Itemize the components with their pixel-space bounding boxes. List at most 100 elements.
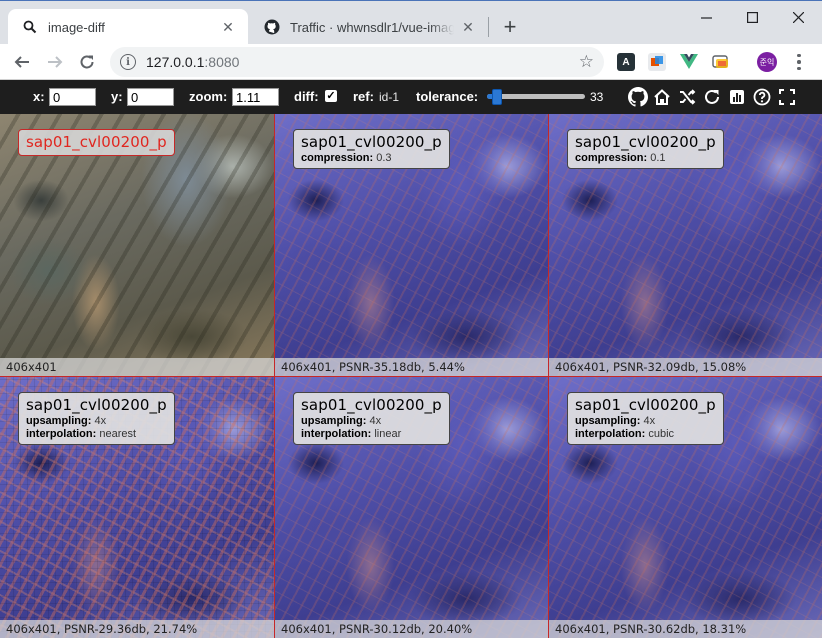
image-prop: interpolation: nearest: [26, 428, 167, 441]
image-name: sap01_cvl00200_p: [26, 396, 167, 414]
image-caption: 406x401, PSNR-35.18db, 5.44%: [275, 358, 548, 376]
prop-key: interpolation:: [575, 428, 646, 440]
vue-devtools-icon[interactable]: [680, 53, 698, 71]
home-icon[interactable]: [652, 87, 672, 107]
browser-tab-strip: image-diff ✕ Traffic · whwnsdlr1/vue-ima…: [0, 0, 822, 45]
prop-value: 4x: [369, 415, 382, 427]
y-input[interactable]: [127, 88, 174, 106]
tolerance-value: 33: [590, 90, 604, 104]
prop-key: upsampling:: [301, 415, 367, 427]
image-caption: 406x401, PSNR-30.12db, 20.40%: [275, 620, 548, 638]
image-prop: upsampling: 4x: [575, 415, 716, 428]
image-name: sap01_cvl00200_p: [301, 396, 442, 414]
github-icon: [264, 19, 280, 35]
y-label: y:: [111, 89, 123, 104]
url-port: :8080: [204, 54, 240, 70]
github-icon[interactable]: [628, 87, 648, 107]
help-icon[interactable]: [752, 87, 772, 107]
prop-key: upsampling:: [26, 415, 92, 427]
forward-arrow-icon[interactable]: [41, 48, 69, 76]
close-tab-icon[interactable]: ✕: [220, 19, 236, 35]
image-cell-compression-0-3[interactable]: sap01_cvl00200_p compression: 0.3 406x40…: [274, 114, 548, 376]
image-name: sap01_cvl00200_p: [575, 396, 716, 414]
extension-a-icon[interactable]: A: [617, 53, 635, 71]
diff-label: diff:: [294, 89, 319, 104]
image-prop: interpolation: cubic: [575, 428, 716, 441]
url-text: 127.0.0.1:8080: [146, 54, 239, 70]
image-cell-reference[interactable]: sap01_cvl00200_p 406x401: [0, 114, 274, 376]
image-cell-compression-0-1[interactable]: sap01_cvl00200_p compression: 0.1 406x40…: [548, 114, 822, 376]
prop-key: compression:: [575, 152, 648, 164]
window-close-icon[interactable]: [775, 1, 821, 33]
tab-image-diff[interactable]: image-diff ✕: [8, 9, 248, 45]
image-name: sap01_cvl00200_p: [301, 133, 442, 151]
ref-value[interactable]: id-1: [379, 90, 399, 104]
prop-value: nearest: [99, 428, 137, 440]
prop-key: interpolation:: [301, 428, 372, 440]
image-label: sap01_cvl00200_p upsampling: 4x interpol…: [293, 392, 450, 445]
diff-checkbox[interactable]: ✓: [325, 90, 337, 102]
prop-value: cubic: [648, 428, 675, 440]
image-label: sap01_cvl00200_p upsampling: 4x interpol…: [18, 392, 175, 445]
fullscreen-icon[interactable]: [777, 87, 797, 107]
image-label: sap01_cvl00200_p compression: 0.3: [293, 129, 450, 169]
image-prop: upsampling: 4x: [301, 415, 442, 428]
browser-toolbar: i 127.0.0.1:8080 ☆ A 준익: [0, 44, 822, 80]
close-tab-icon[interactable]: ✕: [460, 19, 476, 35]
image-name: sap01_cvl00200_p: [26, 133, 167, 151]
extension-box-icon[interactable]: [648, 53, 666, 71]
prop-value: linear: [374, 428, 402, 440]
image-name: sap01_cvl00200_p: [575, 133, 716, 151]
site-info-icon[interactable]: i: [120, 54, 136, 70]
image-prop: upsampling: 4x: [26, 415, 167, 428]
image-caption: 406x401: [0, 358, 274, 376]
tolerance-label: tolerance:: [416, 89, 479, 104]
address-bar[interactable]: i 127.0.0.1:8080 ☆: [110, 47, 604, 77]
image-caption: 406x401, PSNR-30.62db, 18.31%: [549, 620, 822, 638]
tolerance-slider-thumb[interactable]: [491, 89, 502, 105]
zoom-label: zoom:: [189, 89, 228, 104]
url-host: 127.0.0.1: [146, 54, 205, 70]
tab-traffic[interactable]: Traffic · whwnsdlr1/vue-image-d ✕: [250, 9, 488, 45]
prop-key: compression:: [301, 152, 374, 164]
browser-menu-icon[interactable]: [788, 50, 810, 74]
extension-window-icon[interactable]: [712, 53, 730, 71]
search-icon: [22, 19, 38, 35]
prop-value: 0.1: [650, 152, 666, 164]
refresh-icon[interactable]: [702, 87, 722, 107]
bar-chart-icon[interactable]: [727, 87, 747, 107]
tab-title: image-diff: [48, 19, 105, 35]
profile-avatar[interactable]: 준익: [757, 52, 777, 72]
ref-label: ref:: [353, 89, 374, 104]
image-cell-upsampling-linear[interactable]: sap01_cvl00200_p upsampling: 4x interpol…: [274, 376, 548, 638]
image-label: sap01_cvl00200_p: [18, 129, 175, 156]
tab-title: Traffic · whwnsdlr1/vue-image-d: [290, 19, 454, 35]
reload-icon[interactable]: [73, 48, 101, 76]
image-label: sap01_cvl00200_p compression: 0.1: [567, 129, 724, 169]
image-prop: interpolation: linear: [301, 428, 442, 441]
bookmark-star-icon[interactable]: ☆: [579, 52, 594, 72]
prop-value: 4x: [643, 415, 656, 427]
prop-key: interpolation:: [26, 428, 97, 440]
image-grid: sap01_cvl00200_p 406x401 sap01_cvl00200_…: [0, 114, 822, 638]
prop-value: 4x: [94, 415, 107, 427]
image-label: sap01_cvl00200_p upsampling: 4x interpol…: [567, 392, 724, 445]
zoom-input[interactable]: [232, 88, 279, 106]
app-toolbar: x: y: zoom: diff: ✓ ref: id-1 tolerance:…: [0, 80, 822, 114]
minimize-icon[interactable]: [683, 1, 729, 33]
image-cell-upsampling-nearest[interactable]: sap01_cvl00200_p upsampling: 4x interpol…: [0, 376, 274, 638]
image-caption: 406x401, PSNR-32.09db, 15.08%: [549, 358, 822, 376]
prop-value: 0.3: [376, 152, 392, 164]
prop-key: upsampling:: [575, 415, 641, 427]
new-tab-button[interactable]: +: [498, 14, 522, 39]
x-input[interactable]: [49, 88, 96, 106]
image-prop: compression: 0.1: [575, 152, 716, 165]
back-arrow-icon[interactable]: [8, 48, 36, 76]
maximize-icon[interactable]: [729, 1, 775, 33]
image-cell-upsampling-cubic[interactable]: sap01_cvl00200_p upsampling: 4x interpol…: [548, 376, 822, 638]
tab-separator: [488, 17, 489, 37]
x-label: x:: [33, 89, 45, 104]
shuffle-icon[interactable]: [677, 87, 697, 107]
image-prop: compression: 0.3: [301, 152, 442, 165]
image-caption: 406x401, PSNR-29.36db, 21.74%: [0, 620, 274, 638]
